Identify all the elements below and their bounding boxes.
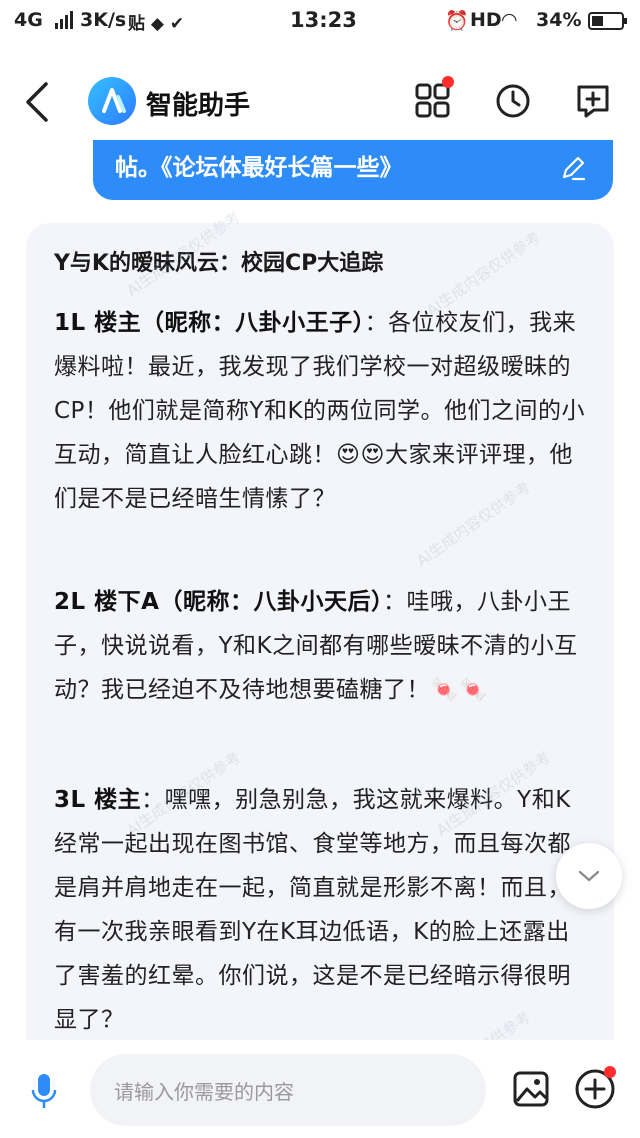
user-message-bubble: 帖。《论坛体最好长篇一些》 bbox=[93, 140, 613, 200]
battery-icon bbox=[588, 12, 627, 30]
input-placeholder: 请输入你需要的内容 bbox=[114, 1080, 294, 1104]
history-clock-icon[interactable] bbox=[494, 82, 532, 120]
clock: 13:23 bbox=[290, 8, 357, 32]
input-bar: 请输入你需要的内容 bbox=[0, 1040, 640, 1138]
microphone-icon[interactable] bbox=[30, 1072, 58, 1112]
battery-percent: 34% bbox=[536, 9, 582, 31]
message-input[interactable]: 请输入你需要的内容 bbox=[90, 1054, 486, 1126]
assistant-logo bbox=[88, 77, 136, 125]
hd-indicator: HD bbox=[470, 9, 502, 31]
notification-badge bbox=[604, 1066, 616, 1078]
notification-icons: 贴 ◆ ✔ bbox=[128, 14, 185, 34]
net-speed: 3K/s bbox=[80, 9, 127, 31]
assistant-response-card: Y与K的暧昧风云：校园CP大追踪 1L 楼主（昵称：八卦小王子）：各位校友们，我… bbox=[26, 208, 614, 1123]
alarm-icon: ⏰ bbox=[445, 10, 469, 32]
status-bar: 4G 3K/s 贴 ◆ ✔ 13:23 ⏰ HD ◠ 34% bbox=[0, 0, 640, 44]
logo-mark-icon bbox=[102, 88, 126, 113]
post-body: ：各位校友们，我来爆料啦！最近，我发现了我们学校一对超级暧昧的CP！他们就是简称… bbox=[54, 310, 586, 512]
post-floor: 2L 楼下A（昵称：八卦小天后） bbox=[54, 589, 383, 615]
notification-badge bbox=[442, 76, 454, 88]
user-message-text: 帖。《论坛体最好长篇一些》 bbox=[115, 155, 403, 181]
back-icon[interactable] bbox=[22, 82, 50, 122]
wifi-icon: ◠ bbox=[502, 9, 517, 31]
post-body: ：嘿嘿，别急别急，我这就来爆料。Y和K经常一起出现在图书馆、食堂等地方，而且每次… bbox=[54, 787, 571, 1033]
post-floor: 3L 楼主 bbox=[54, 787, 142, 813]
app-header: 智能助手 bbox=[0, 60, 640, 144]
image-upload-icon[interactable] bbox=[512, 1070, 550, 1108]
post-3L: 3L 楼主：嘿嘿，别急别急，我这就来爆料。Y和K经常一起出现在图书馆、食堂等地方… bbox=[54, 778, 586, 1042]
post-floor: 1L 楼主（昵称：八卦小王子） bbox=[54, 310, 365, 336]
response-title: Y与K的暧昧风云：校园CP大追踪 bbox=[54, 251, 384, 276]
chevron-down-icon bbox=[578, 870, 600, 882]
post-2L: 2L 楼下A（昵称：八卦小天后）：哇哦，八卦小王子，快说说看，Y和K之间都有哪些… bbox=[54, 580, 586, 712]
post-1L: 1L 楼主（昵称：八卦小王子）：各位校友们，我来爆料啦！最近，我发现了我们学校一… bbox=[54, 301, 586, 521]
signal-icon bbox=[55, 11, 73, 29]
network-type: 4G bbox=[14, 9, 43, 31]
new-chat-icon[interactable] bbox=[574, 82, 612, 120]
edit-icon[interactable] bbox=[559, 154, 587, 182]
scroll-to-bottom-button[interactable] bbox=[556, 843, 622, 909]
page-title: 智能助手 bbox=[146, 91, 251, 121]
